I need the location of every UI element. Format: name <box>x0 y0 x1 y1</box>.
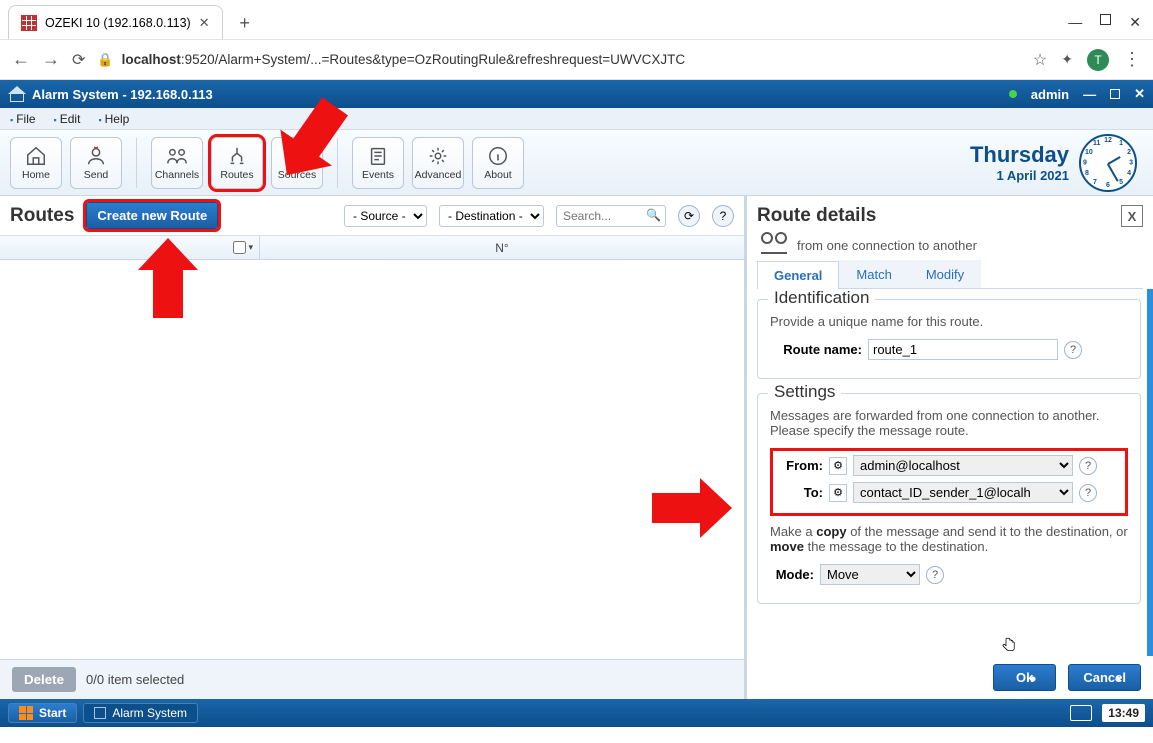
destination-filter-select[interactable]: - Destination - <box>439 205 544 227</box>
browser-tab[interactable]: OZEKI 10 (192.168.0.113) ✕ <box>8 5 223 39</box>
clock-block: Thursday 1 April 2021 12369 12 45 78 101… <box>970 134 1143 192</box>
routes-table-body <box>0 260 744 659</box>
back-icon[interactable]: ← <box>12 49 30 70</box>
settings-fieldset: Settings Messages are forwarded from one… <box>757 393 1141 604</box>
help-icon[interactable]: ? <box>1064 341 1082 359</box>
start-grid-icon <box>19 706 33 720</box>
identification-legend: Identification <box>768 289 875 308</box>
reload-icon[interactable]: ⟳ <box>72 50 85 70</box>
delete-button[interactable]: Delete <box>12 667 76 692</box>
favicon-grid-icon <box>21 15 37 31</box>
menubar: File Edit Help <box>0 108 1153 130</box>
address-bar[interactable]: 🔒 localhost:9520/Alarm+System/...=Routes… <box>97 52 1021 68</box>
details-tabs: General Match Modify <box>757 260 1143 289</box>
routes-table-header: ▾ N° <box>0 236 744 260</box>
help-icon[interactable]: ? <box>1079 484 1097 502</box>
ok-button[interactable]: Ok <box>993 664 1056 691</box>
selection-count: 0/0 item selected <box>86 672 184 687</box>
routes-button[interactable]: Routes <box>211 137 263 189</box>
browser-toolbar: ← → ⟳ 🔒 localhost:9520/Alarm+System/...=… <box>0 40 1153 80</box>
channels-button[interactable]: Channels <box>151 137 203 189</box>
route-details-heading: Route details <box>757 205 876 227</box>
tab-general[interactable]: General <box>757 261 839 289</box>
route-name-label: Route name: <box>770 342 862 357</box>
identification-fieldset: Identification Provide a unique name for… <box>757 299 1141 379</box>
status-dot-icon <box>1009 90 1017 98</box>
help-icon[interactable]: ? <box>712 205 734 227</box>
mode-label: Mode: <box>770 567 814 582</box>
minimize-icon[interactable]: — <box>1068 14 1082 31</box>
app-title: Alarm System - 192.168.0.113 <box>32 87 213 102</box>
routes-pane: Routes Create new Route - Source - - Des… <box>0 196 745 699</box>
from-select[interactable]: admin@localhost <box>853 455 1073 476</box>
close-tab-icon[interactable]: ✕ <box>199 15 210 31</box>
help-icon[interactable]: ? <box>1079 457 1097 475</box>
events-button[interactable]: Events <box>352 137 404 189</box>
settings-desc: Messages are forwarded from one connecti… <box>770 408 1128 438</box>
about-button[interactable]: About <box>472 137 524 189</box>
route-details-subtitle: from one connection to another <box>797 238 977 253</box>
close-window-icon[interactable]: ✕ <box>1129 14 1141 31</box>
route-graph-icon <box>761 236 787 254</box>
maximize-icon[interactable] <box>1100 14 1111 25</box>
bookmark-star-icon[interactable]: ☆ <box>1033 50 1047 70</box>
taskbar: Start Alarm System 13:49 <box>0 699 1153 727</box>
gear-icon[interactable]: ⚙ <box>829 457 847 475</box>
keyboard-icon[interactable] <box>1070 705 1092 721</box>
from-label: From: <box>779 458 823 473</box>
app-house-icon <box>94 707 106 719</box>
column-no: N° <box>260 241 744 255</box>
gear-icon[interactable]: ⚙ <box>829 484 847 502</box>
start-button[interactable]: Start <box>8 703 77 723</box>
home-button[interactable]: Home <box>10 137 62 189</box>
identification-desc: Provide a unique name for this route. <box>770 314 1128 329</box>
browser-titlebar: OZEKI 10 (192.168.0.113) ✕ + — ✕ <box>0 0 1153 40</box>
taskbar-time: 13:49 <box>1102 704 1145 722</box>
settings-note: Make a copy of the message and send it t… <box>770 524 1128 554</box>
browser-window-controls: — ✕ <box>1068 14 1153 39</box>
browser-menu-icon[interactable]: ⋮ <box>1123 49 1141 70</box>
settings-legend: Settings <box>768 382 841 402</box>
app-close-icon[interactable]: ✕ <box>1134 86 1145 102</box>
close-details-icon[interactable]: X <box>1121 205 1143 227</box>
menu-help[interactable]: Help <box>98 112 129 126</box>
clock-date: 1 April 2021 <box>970 168 1069 183</box>
app-home-icon[interactable] <box>8 86 26 102</box>
app-minimize-icon[interactable]: — <box>1083 87 1096 102</box>
extensions-icon[interactable]: ✦ <box>1061 51 1073 68</box>
help-icon[interactable]: ? <box>926 566 944 584</box>
cancel-button[interactable]: Cancel <box>1068 664 1141 691</box>
route-details-pane: Route details X from one connection to a… <box>745 196 1153 699</box>
lock-icon: 🔒 <box>97 52 113 68</box>
clock-face-icon: 12369 12 45 78 1011 <box>1079 134 1137 192</box>
browser-tab-title: OZEKI 10 (192.168.0.113) <box>45 16 191 30</box>
menu-file[interactable]: File <box>10 112 36 126</box>
from-to-highlight-box: From: ⚙ admin@localhost ? To: ⚙ contact_… <box>770 448 1128 516</box>
refresh-icon[interactable]: ⟳ <box>678 205 700 227</box>
sources-button[interactable]: Sources <box>271 137 323 189</box>
create-new-route-button[interactable]: Create new Route <box>86 202 218 229</box>
source-filter-select[interactable]: - Source - <box>344 205 427 227</box>
ribbon-toolbar: Home Send Channels Routes Sources Events… <box>0 130 1153 196</box>
taskbar-app-alarm-system[interactable]: Alarm System <box>83 703 198 723</box>
send-button[interactable]: Send <box>70 137 122 189</box>
advanced-button[interactable]: Advanced <box>412 137 464 189</box>
mode-select[interactable]: Move <box>820 564 920 585</box>
forward-icon[interactable]: → <box>42 49 60 70</box>
profile-avatar[interactable]: T <box>1087 49 1109 71</box>
admin-label[interactable]: admin <box>1031 87 1069 102</box>
menu-edit[interactable]: Edit <box>54 112 81 126</box>
tab-modify[interactable]: Modify <box>909 260 981 288</box>
app-titlebar: Alarm System - 192.168.0.113 admin — ✕ <box>0 80 1153 108</box>
route-name-input[interactable] <box>868 339 1058 360</box>
search-icon[interactable]: 🔍 <box>646 208 661 222</box>
routes-heading: Routes <box>10 205 74 227</box>
to-label: To: <box>779 485 823 500</box>
tab-match[interactable]: Match <box>839 260 908 288</box>
app-maximize-icon[interactable] <box>1110 89 1120 99</box>
clock-day: Thursday <box>970 142 1069 168</box>
select-all-checkbox[interactable] <box>233 241 246 254</box>
to-select[interactable]: contact_ID_sender_1@localh <box>853 482 1073 503</box>
new-tab-button[interactable]: + <box>231 9 259 37</box>
